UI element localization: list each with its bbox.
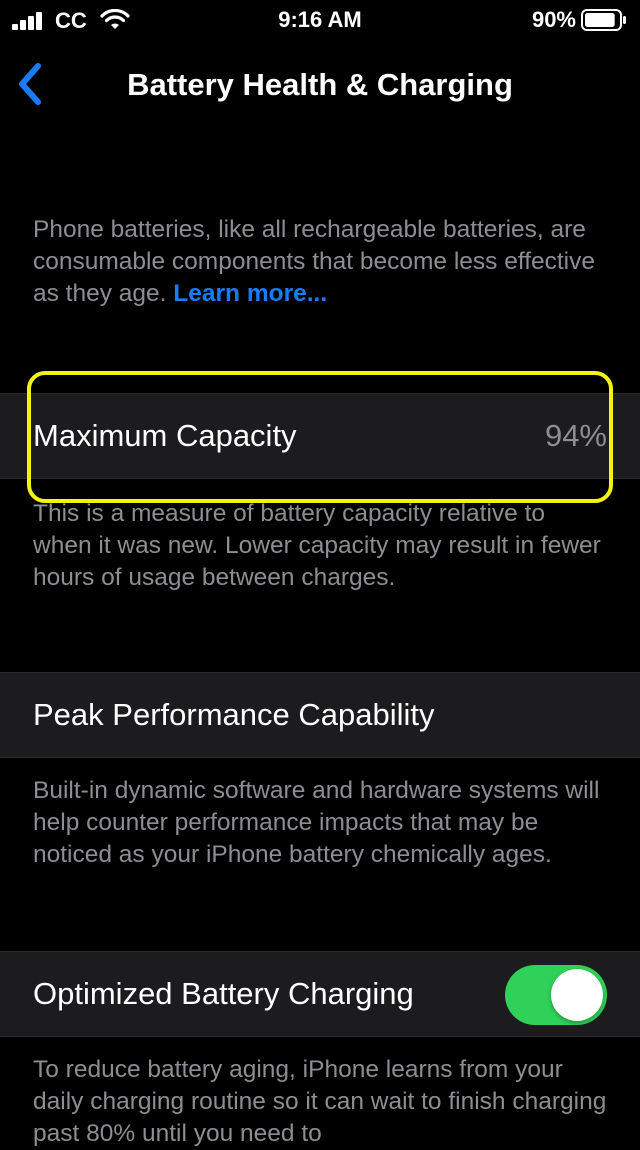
learn-more-link[interactable]: Learn more... xyxy=(173,280,327,307)
maximum-capacity-value: 94% xyxy=(544,418,607,453)
battery-icon xyxy=(581,9,626,31)
optimized-charging-row: Optimized Battery Charging xyxy=(0,951,640,1037)
optimized-charging-label: Optimized Battery Charging xyxy=(33,976,414,1011)
peak-performance-row[interactable]: Peak Performance Capability xyxy=(0,672,640,758)
navigation-bar: Battery Health & Charging xyxy=(0,44,640,124)
peak-performance-footnote: Built-in dynamic software and hardware s… xyxy=(33,777,600,868)
status-bar: CC 9:16 AM 90% xyxy=(0,0,640,40)
intro-description: Phone batteries, like all rechargeable b… xyxy=(33,214,608,310)
toggle-knob xyxy=(551,969,603,1021)
maximum-capacity-footnote: This is a measure of battery capacity re… xyxy=(33,500,601,591)
battery-fill xyxy=(585,13,615,27)
maximum-capacity-label: Maximum Capacity xyxy=(33,418,297,453)
battery-percentage: 90% xyxy=(531,7,576,32)
peak-performance-label: Peak Performance Capability xyxy=(33,697,435,732)
optimized-charging-toggle[interactable] xyxy=(505,965,607,1025)
maximum-capacity-row: Maximum Capacity 94% xyxy=(0,393,640,479)
page-title: Battery Health & Charging xyxy=(127,67,513,102)
